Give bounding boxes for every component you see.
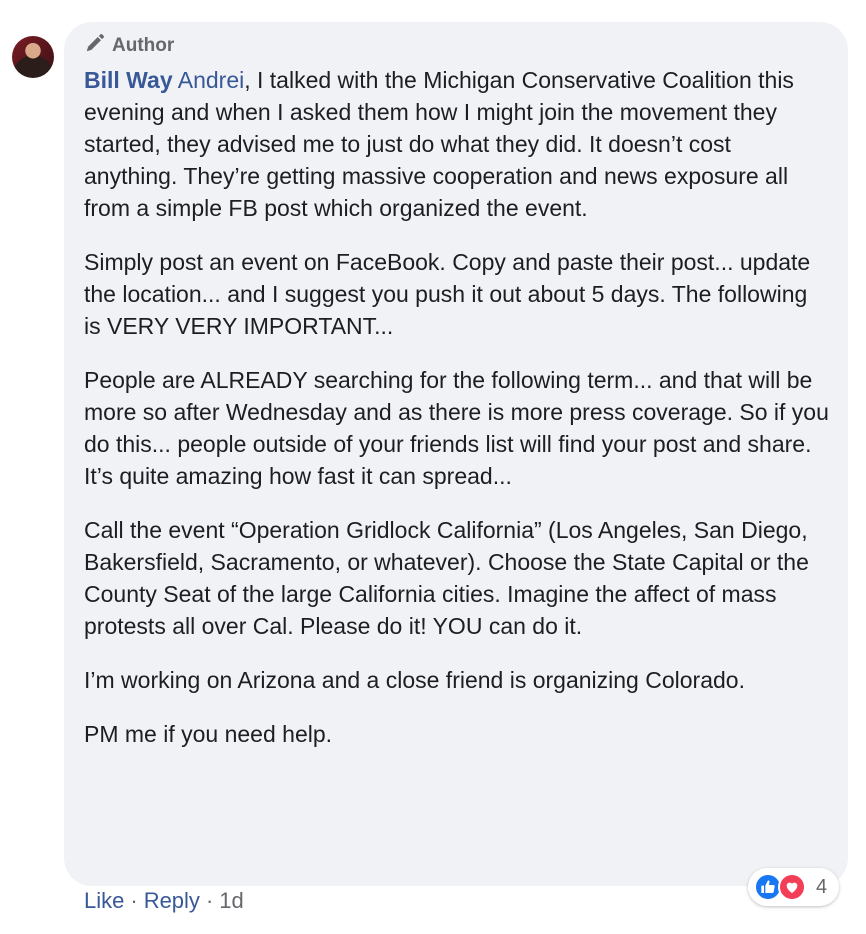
- separator: ·: [130, 888, 138, 913]
- comment-paragraph: I’m working on Arizona and a close frien…: [84, 667, 745, 693]
- author-name-link[interactable]: Bill Way: [84, 67, 173, 93]
- comment-bubble: Author Bill Way Andrei, I talked with th…: [64, 22, 848, 886]
- comment-paragraph: PM me if you need help.: [84, 721, 333, 747]
- pencil-icon: [84, 32, 106, 60]
- author-badge-label: Author: [112, 35, 175, 56]
- comment-body: Bill Way Andrei, I talked with the Michi…: [84, 64, 830, 750]
- like-button[interactable]: Like: [84, 888, 124, 914]
- author-badge: Author: [84, 34, 830, 58]
- comment-paragraph: People are ALREADY searching for the fol…: [84, 367, 829, 489]
- reply-button[interactable]: Reply: [144, 888, 200, 914]
- comment-paragraph: Simply post an event on FaceBook. Copy a…: [84, 249, 811, 339]
- reactions-summary[interactable]: 4: [748, 868, 840, 906]
- comment-paragraph: Bill Way Andrei, I talked with the Michi…: [84, 64, 830, 224]
- comment-paragraph: Call the event “Operation Gridlock Calif…: [84, 517, 809, 639]
- avatar[interactable]: [12, 36, 54, 78]
- timestamp[interactable]: 1d: [219, 888, 243, 914]
- mention-link[interactable]: Andrei: [178, 67, 244, 93]
- comment-actions: Like · Reply · 1d: [84, 888, 244, 914]
- reaction-count: 4: [816, 875, 828, 898]
- separator: ·: [205, 888, 214, 913]
- love-icon: [778, 873, 806, 901]
